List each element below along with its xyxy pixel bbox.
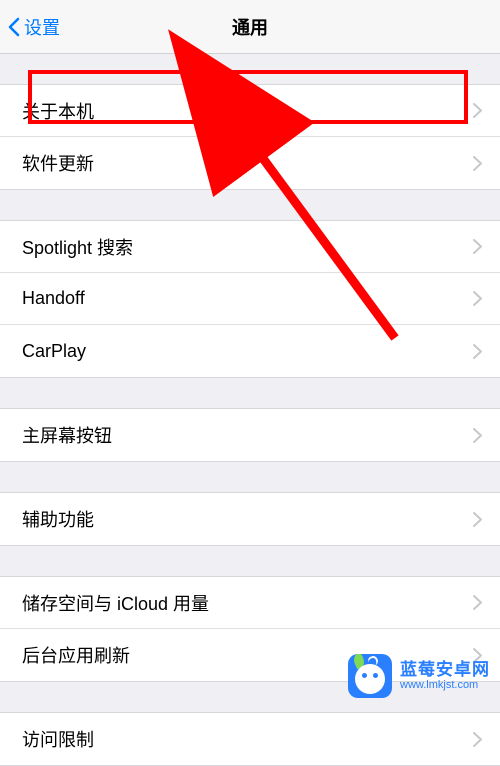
back-button[interactable]: 设置: [0, 14, 60, 40]
row-about[interactable]: 关于本机: [0, 85, 500, 137]
chevron-left-icon: [8, 17, 20, 37]
group-separator: [0, 190, 500, 220]
group-separator: [0, 546, 500, 576]
row-label: 辅助功能: [22, 506, 94, 532]
row-label: 访问限制: [22, 726, 94, 752]
watermark-url: www.lmkjst.com: [400, 679, 490, 691]
nav-header: 设置 通用: [0, 0, 500, 54]
row-label: Spotlight 搜索: [22, 234, 133, 260]
chevron-right-icon: [473, 732, 482, 747]
row-home-button[interactable]: 主屏幕按钮: [0, 409, 500, 461]
group-separator: [0, 54, 500, 84]
row-accessibility[interactable]: 辅助功能: [0, 493, 500, 545]
chevron-right-icon: [473, 428, 482, 443]
row-label: CarPlay: [22, 341, 86, 362]
row-handoff[interactable]: Handoff: [0, 273, 500, 325]
watermark-logo-icon: [348, 654, 392, 698]
back-label: 设置: [24, 14, 60, 40]
chevron-right-icon: [473, 344, 482, 359]
row-label: 关于本机: [22, 98, 94, 124]
row-label: 软件更新: [22, 150, 94, 176]
watermark: 蓝莓安卓网 www.lmkjst.com: [348, 654, 490, 698]
row-restrictions[interactable]: 访问限制: [0, 713, 500, 765]
chevron-right-icon: [473, 239, 482, 254]
row-storage-icloud[interactable]: 储存空间与 iCloud 用量: [0, 577, 500, 629]
row-label: 储存空间与 iCloud 用量: [22, 590, 209, 616]
chevron-right-icon: [473, 103, 482, 118]
row-carplay[interactable]: CarPlay: [0, 325, 500, 377]
row-label: 后台应用刷新: [22, 642, 130, 668]
chevron-right-icon: [473, 156, 482, 171]
row-software-update[interactable]: 软件更新: [0, 137, 500, 189]
group-separator: [0, 462, 500, 492]
row-label: Handoff: [22, 288, 85, 309]
watermark-title: 蓝莓安卓网: [400, 661, 490, 680]
group-separator: [0, 378, 500, 408]
chevron-right-icon: [473, 595, 482, 610]
page-title: 通用: [232, 14, 268, 40]
chevron-right-icon: [473, 291, 482, 306]
row-spotlight[interactable]: Spotlight 搜索: [0, 221, 500, 273]
row-label: 主屏幕按钮: [22, 422, 112, 448]
chevron-right-icon: [473, 512, 482, 527]
